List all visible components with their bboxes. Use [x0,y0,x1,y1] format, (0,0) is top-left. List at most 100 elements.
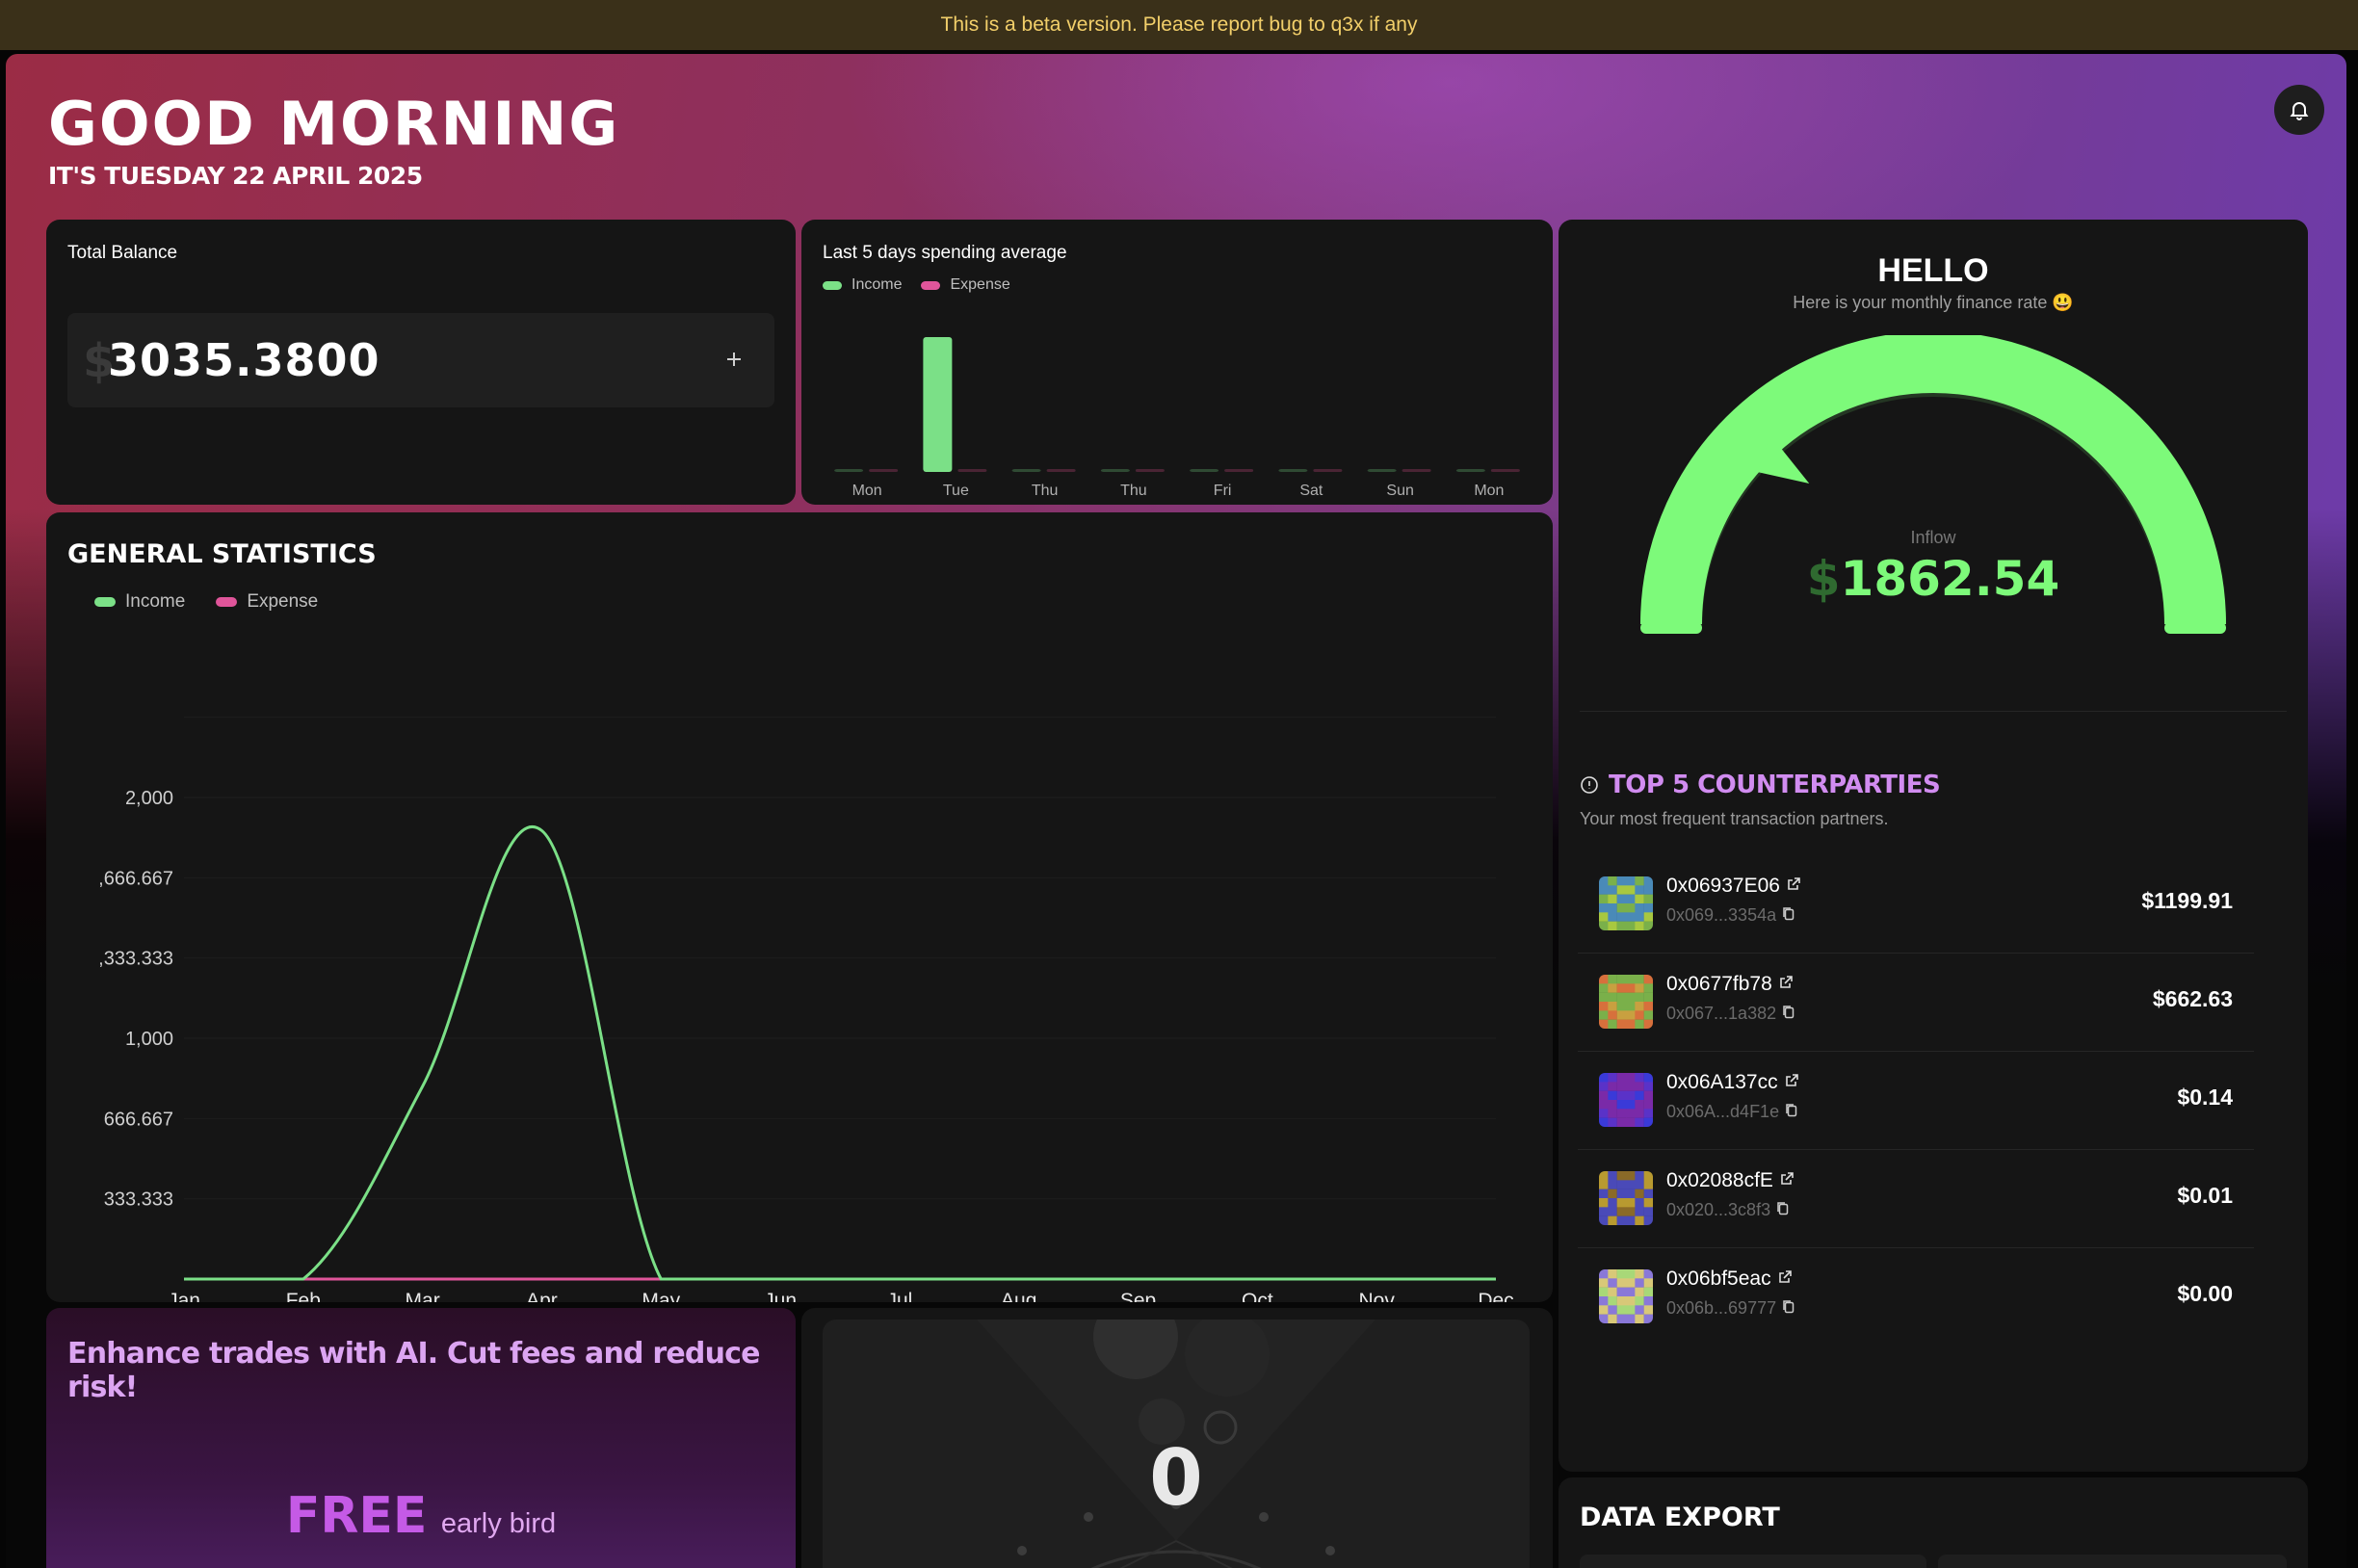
identicon-pixel [1643,992,1653,1003]
identicon-pixel [1616,1207,1627,1216]
x-tick-label: Sun [1386,483,1413,499]
identicon-pixel [1635,1082,1644,1091]
counterparty-name: 0x02088cfE [1666,1169,1773,1191]
identicon-pixel [1616,903,1627,913]
identicon-pixel [1626,1171,1636,1181]
identicon-pixel [1626,1109,1636,1118]
identicon-pixel [1626,1180,1636,1189]
counterparty-address: 0x069...3354a [1666,905,1777,925]
counterparty-list: 0x06937E06 0x069...3354a $1199.91 0x0677… [1559,855,2308,1356]
copy-icon[interactable] [1785,1103,1798,1123]
counterparty-row[interactable]: 0x06937E06 0x069...3354a $1199.91 [1578,855,2254,954]
income-line [184,825,1496,1281]
identicon-pixel [1616,1019,1627,1029]
identicon-pixel [1599,1010,1609,1020]
beta-banner-text: This is a beta version. Please report bu… [940,13,1418,36]
add-balance-button[interactable] [720,346,748,375]
identicon-pixel [1643,1073,1653,1083]
identicon-pixel [1643,1090,1653,1101]
counterparty-row[interactable]: 0x0677fb78 0x067...1a382 $662.63 [1578,954,2254,1052]
ai-promo-card[interactable]: Enhance trades with AI. Cut fees and red… [46,1308,796,1568]
identicon-pixel [1616,894,1627,904]
identicon-pixel [1626,1215,1636,1225]
identicon-pixel [1635,992,1644,1003]
y-tick-label: ,666.667 [98,868,173,889]
identicon-pixel [1635,1189,1644,1199]
identicon-pixel [1635,1215,1644,1225]
identicon-pixel [1643,1109,1653,1118]
identicon-pixel [1599,1207,1609,1216]
x-tick-label: Tue [943,483,969,499]
identicon-pixel [1599,1215,1609,1225]
identicon-pixel [1599,1278,1609,1288]
identicon-pixel [1626,1073,1636,1083]
x-tick-label: Dec [1478,1290,1513,1302]
identicon-pixel [1616,1314,1627,1323]
identicon-pixel [1616,1010,1627,1020]
copy-icon[interactable] [1782,1299,1795,1320]
total-balance-title: Total Balance [67,243,178,263]
identicon-pixel [1626,1278,1636,1288]
income-bar [1278,469,1308,472]
identicon-pixel [1643,1082,1653,1091]
identicon-pixel [1635,975,1644,984]
gauge-cap-right [2164,622,2226,634]
external-link-icon[interactable] [1786,875,1801,898]
identicon-pixel [1599,1198,1609,1208]
plus-icon [727,353,741,366]
identicon-pixel [1635,1207,1644,1216]
external-link-icon[interactable] [1778,973,1794,996]
identicon-pixel [1643,1117,1653,1127]
notification-button[interactable] [2274,85,2324,135]
external-link-icon[interactable] [1784,1071,1799,1094]
identicon-pixel [1643,1314,1653,1323]
inflow-value-row: $1862.54 [1559,551,2308,607]
counterparty-name: 0x06A137cc [1666,1071,1778,1093]
external-link-icon[interactable] [1777,1267,1793,1291]
identicon-pixel [1599,921,1609,930]
identicon-pixel [1626,1100,1636,1110]
x-tick-label: Jul [886,1290,912,1302]
promo-offer: FREE early bird [46,1487,796,1545]
identicon-pixel [1635,1010,1644,1020]
income-bar [1455,469,1485,472]
income-bar [834,469,864,472]
counterparty-row[interactable]: 0x02088cfE 0x020...3c8f3 $0.01 [1578,1150,2254,1248]
identicon-pixel [1643,1189,1653,1199]
x-tick-label: Apr [526,1290,558,1302]
y-tick-label: 666.667 [104,1109,173,1130]
identicon-pixel [1635,1073,1644,1083]
export-option-right[interactable] [1938,1555,2287,1568]
identicon-pixel [1626,1090,1636,1101]
copy-icon[interactable] [1776,1201,1790,1221]
counterparties-title: TOP 5 COUNTERPARTIES [1609,771,1941,799]
identicon-pixel [1626,1082,1636,1091]
identicon-pixel [1626,894,1636,904]
identicon-pixel [1608,885,1617,895]
identicon-pixel [1643,876,1653,886]
identicon-pixel [1616,992,1627,1003]
identicon-pixel [1626,1305,1636,1315]
identicon-pixel [1643,912,1653,922]
expense-bar [1490,469,1520,472]
counterparty-row[interactable]: 0x06A137cc 0x06A...d4F1e $0.14 [1578,1052,2254,1150]
wheel-panel[interactable]: 0 [823,1320,1530,1568]
identicon-pixel [1599,912,1609,922]
counterparty-avatar [1599,1269,1653,1323]
identicon-pixel [1626,876,1636,886]
export-option-left[interactable] [1580,1555,1926,1568]
identicon-pixel [1626,1019,1636,1029]
external-link-icon[interactable] [1779,1169,1795,1192]
identicon-pixel [1616,1287,1627,1297]
counterparty-row[interactable]: 0x06bf5eac 0x06b...69777 $0.00 [1578,1248,2254,1346]
income-bar [923,337,953,472]
identicon-pixel [1608,1010,1617,1020]
identicon-pixel [1635,1100,1644,1110]
copy-icon[interactable] [1782,1005,1795,1025]
greeting: GOOD MORNING [48,89,620,159]
identicon-pixel [1635,1002,1644,1011]
copy-icon[interactable] [1782,906,1795,927]
identicon-pixel [1643,1019,1653,1029]
identicon-pixel [1616,1305,1627,1315]
hello-subtitle: Here is your monthly finance rate 😃 [1793,293,2074,312]
